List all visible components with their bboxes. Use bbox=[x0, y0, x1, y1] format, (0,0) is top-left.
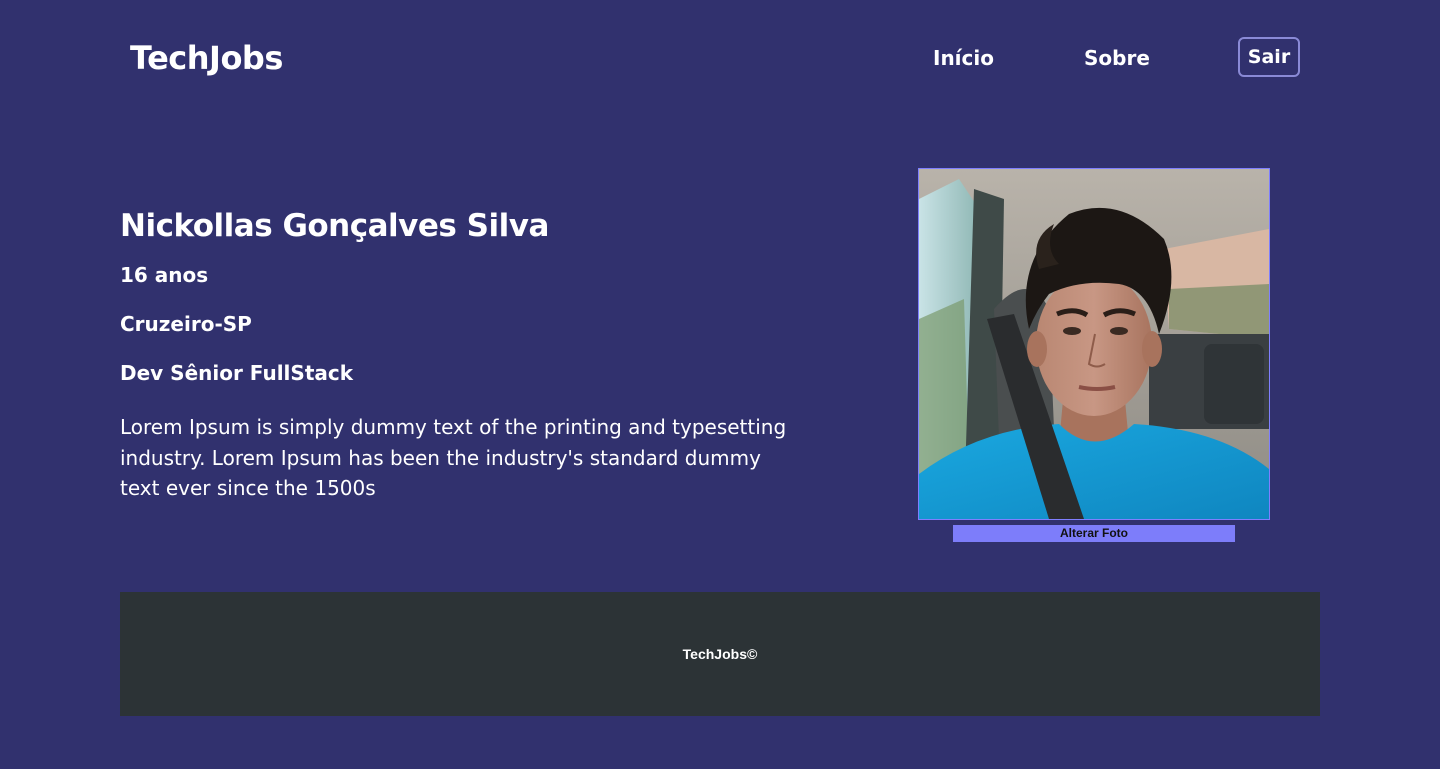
profile-photo bbox=[918, 168, 1270, 520]
profile-age: 16 anos bbox=[120, 263, 209, 287]
profile-photo-image bbox=[919, 169, 1269, 519]
logout-button[interactable]: Sair bbox=[1238, 37, 1300, 77]
change-photo-button[interactable]: Alterar Foto bbox=[953, 525, 1235, 542]
logo[interactable]: TechJobs bbox=[130, 38, 283, 78]
footer: TechJobs© bbox=[120, 592, 1320, 716]
nav-link-about[interactable]: Sobre bbox=[1084, 44, 1150, 72]
top-header: TechJobs Início Sobre Sair bbox=[0, 0, 1440, 115]
nav-link-home[interactable]: Início bbox=[933, 44, 994, 72]
profile-role: Dev Sênior FullStack bbox=[120, 361, 354, 385]
profile-city: Cruzeiro-SP bbox=[120, 312, 252, 336]
profile-name: Nickollas Gonçalves Silva bbox=[120, 208, 549, 244]
profile-bio: Lorem Ipsum is simply dummy text of the … bbox=[120, 415, 787, 500]
footer-copyright: TechJobs© bbox=[682, 646, 758, 662]
